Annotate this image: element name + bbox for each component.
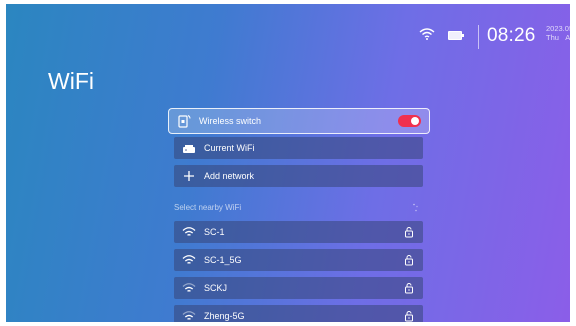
wifi-signal-icon bbox=[182, 309, 196, 322]
current-wifi-row[interactable]: Current WiFi bbox=[174, 137, 423, 159]
wireless-switch-toggle[interactable] bbox=[398, 115, 421, 127]
plus-icon bbox=[182, 169, 196, 183]
wifi-status-icon bbox=[419, 28, 435, 40]
lock-icon bbox=[405, 311, 413, 322]
wireless-switch-label: Wireless switch bbox=[199, 116, 262, 126]
network-name: SCKJ bbox=[204, 283, 228, 293]
current-wifi-label: Current WiFi bbox=[204, 143, 255, 153]
network-name: SC-1_5G bbox=[204, 255, 242, 265]
wifi-signal-icon bbox=[182, 281, 196, 295]
router-icon bbox=[182, 141, 196, 155]
network-row[interactable]: SCKJ bbox=[174, 277, 423, 299]
add-network-label: Add network bbox=[204, 171, 255, 181]
weekday-ampm: Thu AM bbox=[546, 33, 570, 42]
wifi-signal-icon bbox=[182, 225, 196, 239]
network-row[interactable]: Zheng-5G bbox=[174, 305, 423, 322]
status-divider bbox=[478, 25, 479, 49]
date-text: 2023.05.18 bbox=[546, 24, 570, 33]
network-row[interactable]: SC-1 bbox=[174, 221, 423, 243]
network-row[interactable]: SC-1_5G bbox=[174, 249, 423, 271]
wireless-switch-row[interactable]: Wireless switch bbox=[168, 108, 430, 134]
battery-icon bbox=[448, 31, 464, 40]
wifi-device-icon bbox=[177, 114, 191, 128]
lock-icon bbox=[405, 227, 413, 238]
page-title: WiFi bbox=[48, 68, 94, 94]
wifi-signal-icon bbox=[182, 253, 196, 267]
clock-time: 08:26 bbox=[487, 25, 536, 46]
lock-icon bbox=[405, 283, 413, 294]
weekday-text: Thu bbox=[546, 33, 559, 42]
loading-spinner-icon bbox=[413, 203, 418, 212]
network-name: Zheng-5G bbox=[204, 311, 245, 321]
clock-date: 2023.05.18 Thu AM bbox=[546, 24, 570, 42]
wifi-settings-screen: 08:26 2023.05.18 Thu AM WiFi Wireless sw… bbox=[6, 4, 570, 322]
nearby-wifi-heading: Select nearby WiFi bbox=[174, 203, 242, 212]
status-bar: 08:26 2023.05.18 Thu AM bbox=[310, 23, 570, 51]
lock-icon bbox=[405, 255, 413, 266]
network-name: SC-1 bbox=[204, 227, 225, 237]
add-network-row[interactable]: Add network bbox=[174, 165, 423, 187]
ampm-text: AM bbox=[565, 33, 570, 42]
